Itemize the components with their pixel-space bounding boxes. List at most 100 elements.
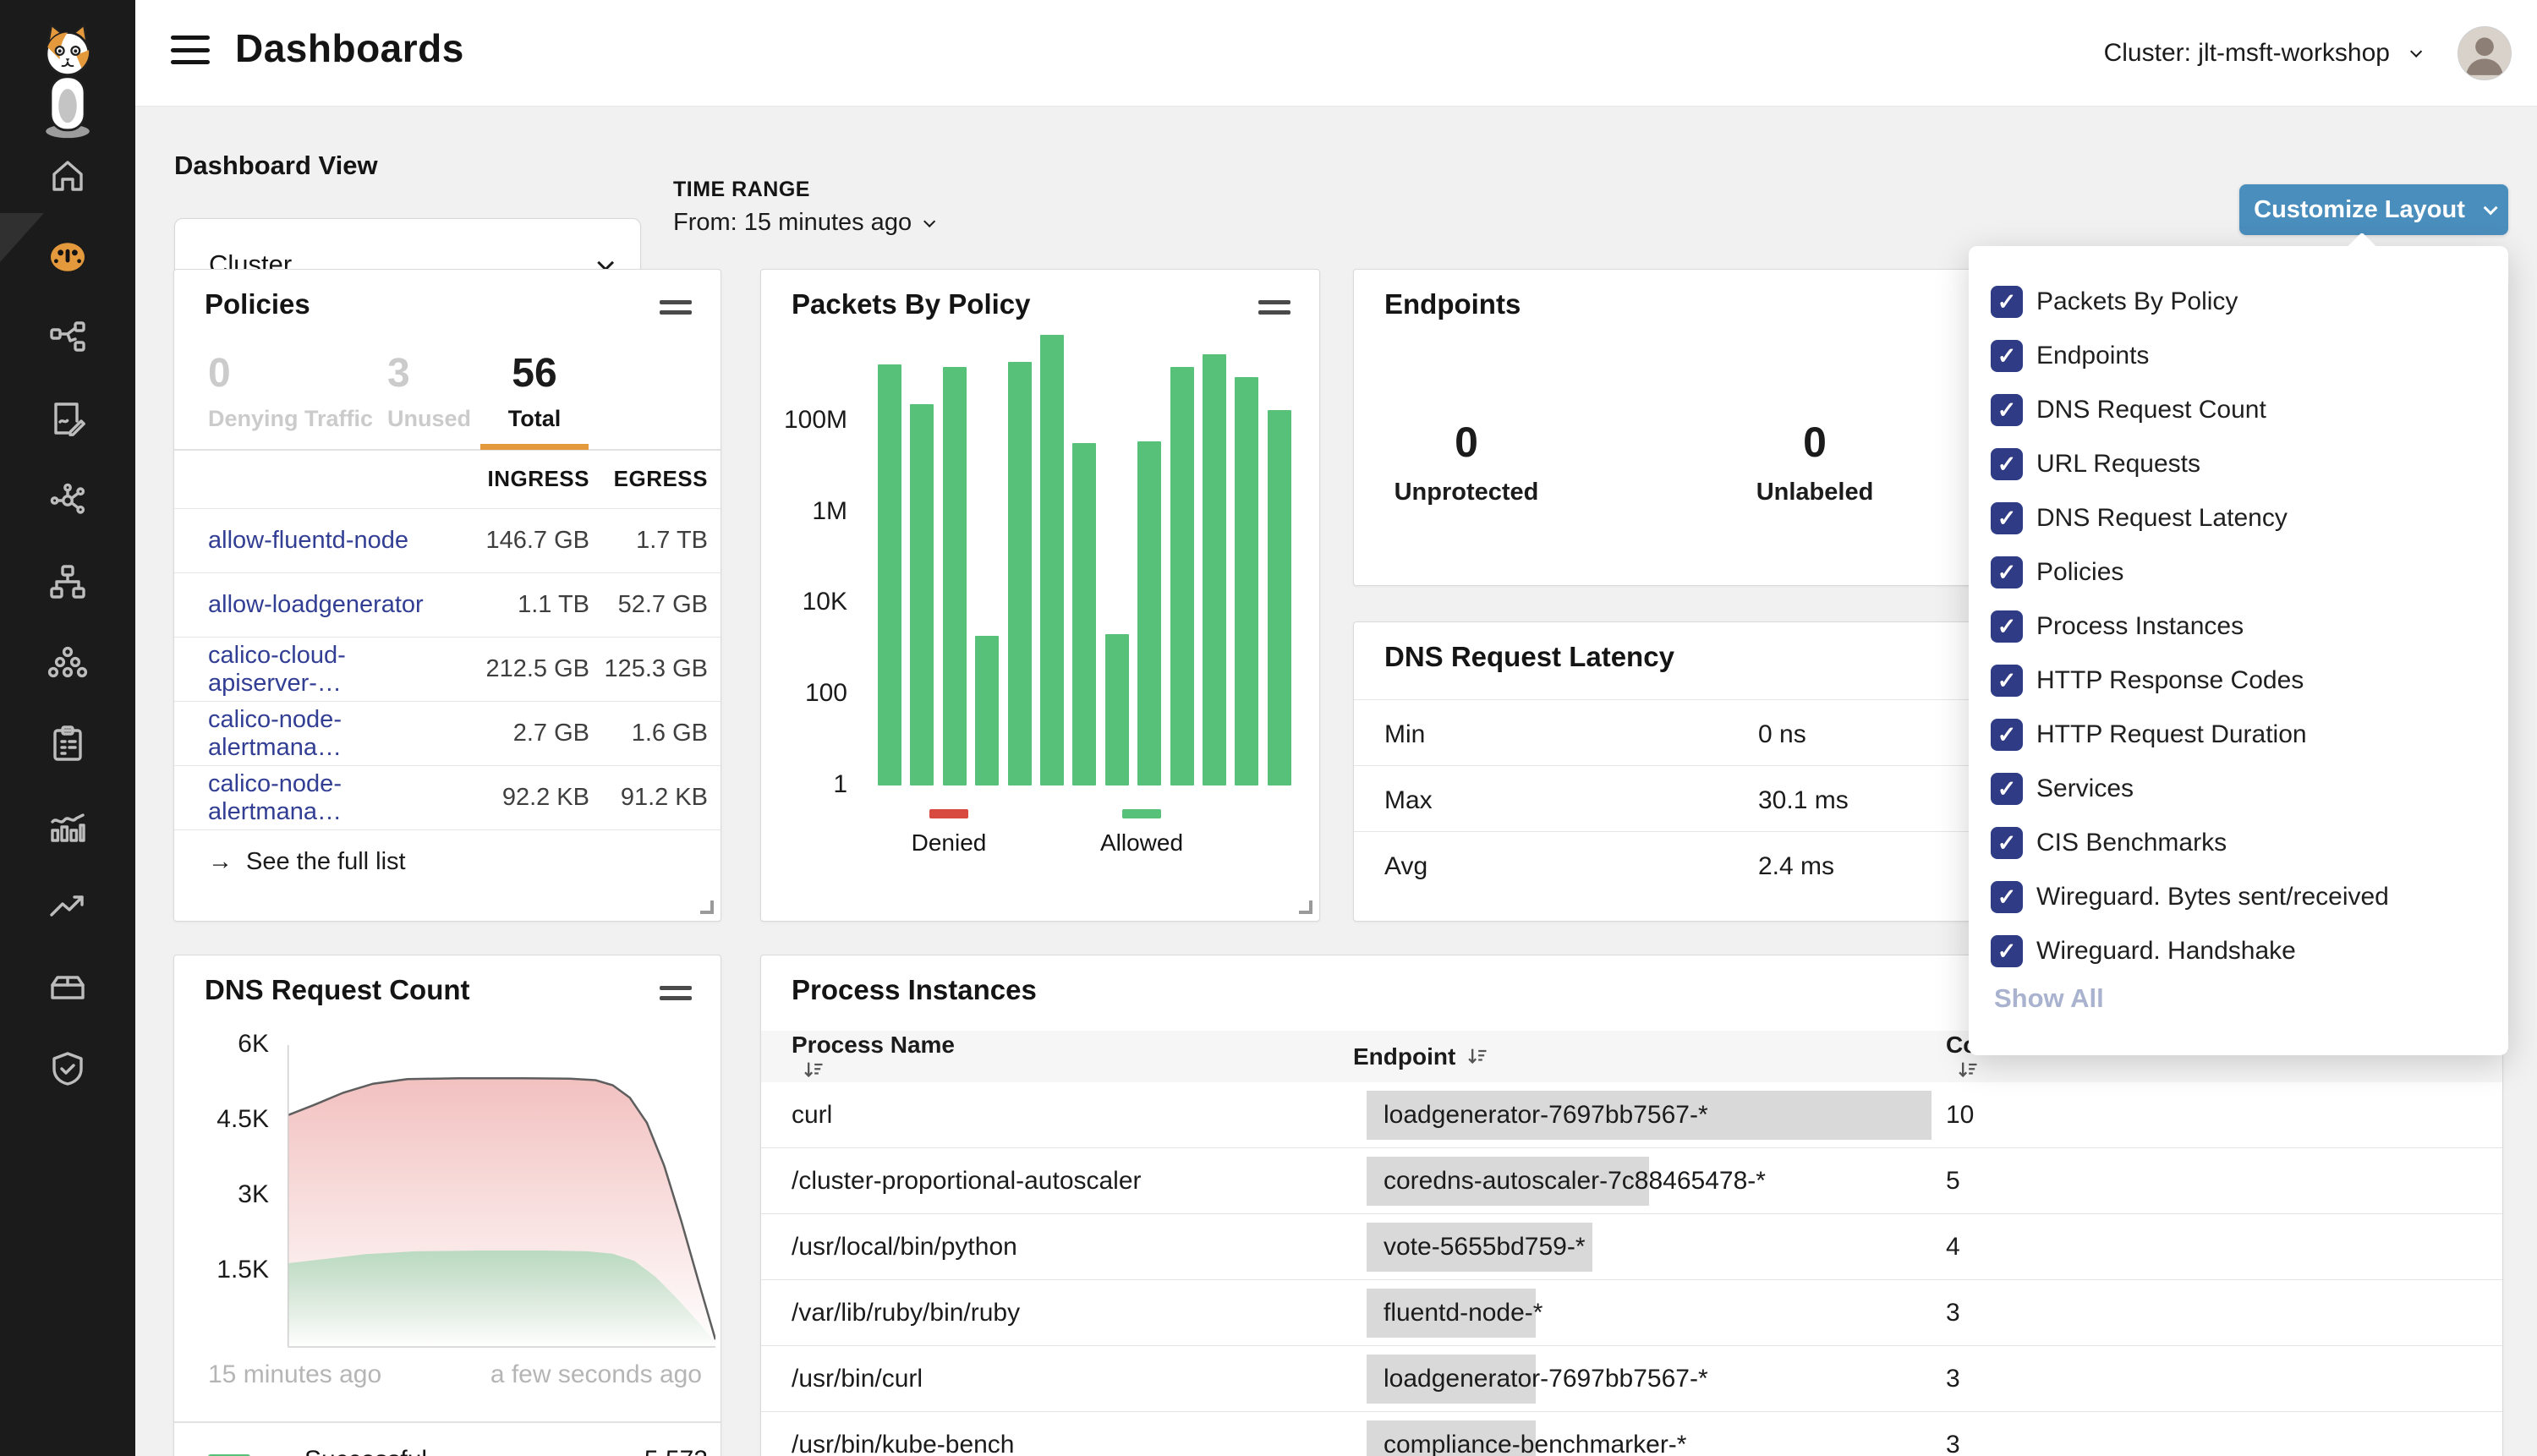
sidebar-item-compliance-reports[interactable]	[0, 703, 135, 785]
menu-item-dns-request-count[interactable]: ✓DNS Request Count	[1991, 383, 2491, 437]
sidebar-item-service-graph[interactable]	[0, 460, 135, 541]
checkbox-checked-icon[interactable]: ✓	[1991, 719, 2023, 751]
checkbox-checked-icon[interactable]: ✓	[1991, 502, 2023, 534]
process-count: 5	[1937, 1167, 2502, 1196]
card-title: Process Instances	[792, 974, 1037, 1006]
menu-item-endpoints[interactable]: ✓Endpoints	[1991, 329, 2491, 383]
sidebar-item-packages[interactable]	[0, 947, 135, 1028]
menu-item-process-instances[interactable]: ✓Process Instances	[1991, 599, 2491, 654]
bar-allowed[interactable]	[1235, 377, 1258, 785]
sidebar-item-threat-defense[interactable]	[0, 1028, 135, 1109]
process-count: 4	[1937, 1233, 2502, 1262]
process-name: curl	[761, 1101, 1353, 1130]
sidebar-item-dashboards[interactable]	[0, 216, 135, 298]
checkbox-checked-icon[interactable]: ✓	[1991, 340, 2023, 372]
checkbox-checked-icon[interactable]: ✓	[1991, 827, 2023, 859]
checkbox-checked-icon[interactable]: ✓	[1991, 935, 2023, 967]
dashboard-view-label: Dashboard View	[174, 151, 378, 181]
policies-stat-denying[interactable]: 0 Denying Traffic	[208, 350, 373, 432]
sidebar-item-network-sets[interactable]	[0, 541, 135, 622]
sidebar-item-policies[interactable]	[0, 379, 135, 460]
process-row[interactable]: /usr/local/bin/pythonvote-5655bd759-*4	[761, 1214, 2502, 1280]
process-row[interactable]: /cluster-proportional-autoscalercoredns-…	[761, 1148, 2502, 1214]
bar-allowed[interactable]	[1137, 441, 1161, 785]
policy-name-link[interactable]: allow-loadgenerator	[208, 591, 463, 619]
network-flow-icon	[47, 318, 88, 359]
resize-handle[interactable]	[1299, 900, 1312, 914]
menu-item-url-requests[interactable]: ✓URL Requests	[1991, 437, 2491, 491]
checkbox-checked-icon[interactable]: ✓	[1991, 773, 2023, 805]
avatar[interactable]	[2458, 26, 2512, 80]
bar-allowed[interactable]	[1040, 335, 1064, 785]
endpoint-name: loadgenerator-7697bb7567-*	[1353, 1365, 1708, 1393]
chevron-down-icon	[2484, 200, 2498, 215]
time-range-button[interactable]: From: 15 minutes ago	[673, 209, 932, 237]
checkbox-checked-icon[interactable]: ✓	[1991, 610, 2023, 643]
menu-item-cis-benchmarks[interactable]: ✓CIS Benchmarks	[1991, 816, 2491, 870]
home-icon	[47, 156, 88, 196]
bar-allowed[interactable]	[1105, 634, 1129, 785]
process-row[interactable]: curlloadgenerator-7697bb7567-*10	[761, 1082, 2502, 1148]
checkbox-checked-icon[interactable]: ✓	[1991, 881, 2023, 913]
drag-handle-icon[interactable]	[660, 300, 692, 320]
sidebar-item-network-flow[interactable]	[0, 298, 135, 379]
policy-row: allow-loadgenerator1.1 TB52.7 GB	[174, 572, 721, 637]
area-chart-svg	[288, 1045, 715, 1348]
legend-allowed[interactable]: Allowed	[1074, 807, 1209, 857]
column-header-process-name[interactable]: Process Name	[761, 1032, 1353, 1082]
time-range: TIME RANGE From: 15 minutes ago	[673, 178, 932, 237]
menu-item-http-response-codes[interactable]: ✓HTTP Response Codes	[1991, 654, 2491, 708]
customize-layout-button[interactable]: Customize Layout	[2239, 184, 2508, 235]
process-row[interactable]: /var/lib/ruby/bin/rubyfluentd-node-*3	[761, 1280, 2502, 1346]
calico-cat-logo[interactable]	[31, 19, 104, 154]
policy-name-link[interactable]: calico-cloud-apiserver-…	[208, 642, 463, 698]
sidebar-item-home[interactable]	[0, 135, 135, 216]
sidebar-item-timeline[interactable]	[0, 866, 135, 947]
policy-name-link[interactable]: calico-node-alertmana…	[208, 770, 463, 826]
policies-stat-total[interactable]: 56 Total	[480, 350, 589, 432]
resize-handle[interactable]	[700, 900, 714, 914]
policy-name-link[interactable]: calico-node-alertmana…	[208, 706, 463, 762]
menu-item-policies[interactable]: ✓Policies	[1991, 545, 2491, 599]
sidebar-item-activity-logs[interactable]	[0, 785, 135, 866]
sidebar-item-workloads[interactable]	[0, 622, 135, 703]
policy-name-link[interactable]: allow-fluentd-node	[208, 527, 463, 555]
drag-handle-icon[interactable]	[1258, 300, 1290, 320]
bar-allowed[interactable]	[1268, 410, 1291, 785]
hamburger-menu-icon[interactable]	[171, 32, 213, 68]
bar-allowed[interactable]	[1203, 354, 1226, 785]
bar-allowed[interactable]	[1008, 362, 1032, 785]
show-all-link[interactable]: Show All	[1994, 983, 2104, 1014]
menu-item-packets-by-policy[interactable]: ✓Packets By Policy	[1991, 275, 2491, 329]
column-header-endpoint[interactable]: Endpoint	[1353, 1031, 1937, 1082]
drag-handle-icon[interactable]	[660, 986, 692, 1006]
process-row[interactable]: /usr/bin/curlloadgenerator-7697bb7567-*3	[761, 1346, 2502, 1412]
bar-allowed[interactable]	[910, 404, 934, 785]
checkbox-checked-icon[interactable]: ✓	[1991, 556, 2023, 588]
menu-item-services[interactable]: ✓Services	[1991, 762, 2491, 816]
policies-stat-unused[interactable]: 3 Unused	[387, 350, 471, 432]
arrow-right-icon: →	[208, 848, 233, 876]
checkbox-checked-icon[interactable]: ✓	[1991, 286, 2023, 318]
bar-allowed[interactable]	[975, 636, 999, 785]
process-row[interactable]: /usr/bin/kube-benchcompliance-benchmarke…	[761, 1412, 2502, 1456]
checkbox-checked-icon[interactable]: ✓	[1991, 394, 2023, 426]
cluster-selector[interactable]: Cluster: jlt-msft-workshop	[2104, 39, 2419, 68]
menu-item-dns-request-latency[interactable]: ✓DNS Request Latency	[1991, 491, 2491, 545]
see-full-list-link[interactable]: → See the full list	[174, 829, 721, 894]
process-name: /usr/bin/curl	[761, 1365, 1353, 1393]
checkbox-checked-icon[interactable]: ✓	[1991, 665, 2023, 697]
bar-allowed[interactable]	[1170, 367, 1194, 785]
card-title: DNS Request Count	[205, 974, 470, 1006]
menu-item-wireguard-bytes-sent-received[interactable]: ✓Wireguard. Bytes sent/received	[1991, 870, 2491, 924]
bar-allowed[interactable]	[878, 364, 901, 785]
checkbox-checked-icon[interactable]: ✓	[1991, 448, 2023, 480]
bar-allowed[interactable]	[1072, 443, 1096, 785]
menu-item-wireguard-handshake[interactable]: ✓Wireguard. Handshake	[1991, 924, 2491, 978]
policy-row: calico-node-alertmana…92.2 KB91.2 KB	[174, 765, 721, 829]
legend-denied[interactable]: Denied	[881, 807, 1016, 857]
policy-row: calico-cloud-apiserver-…212.5 GB125.3 GB	[174, 637, 721, 701]
menu-item-http-request-duration[interactable]: ✓HTTP Request Duration	[1991, 708, 2491, 762]
bar-allowed[interactable]	[943, 367, 967, 785]
endpoints-stat-unlabeled: 0 Unlabeled	[1722, 418, 1908, 506]
